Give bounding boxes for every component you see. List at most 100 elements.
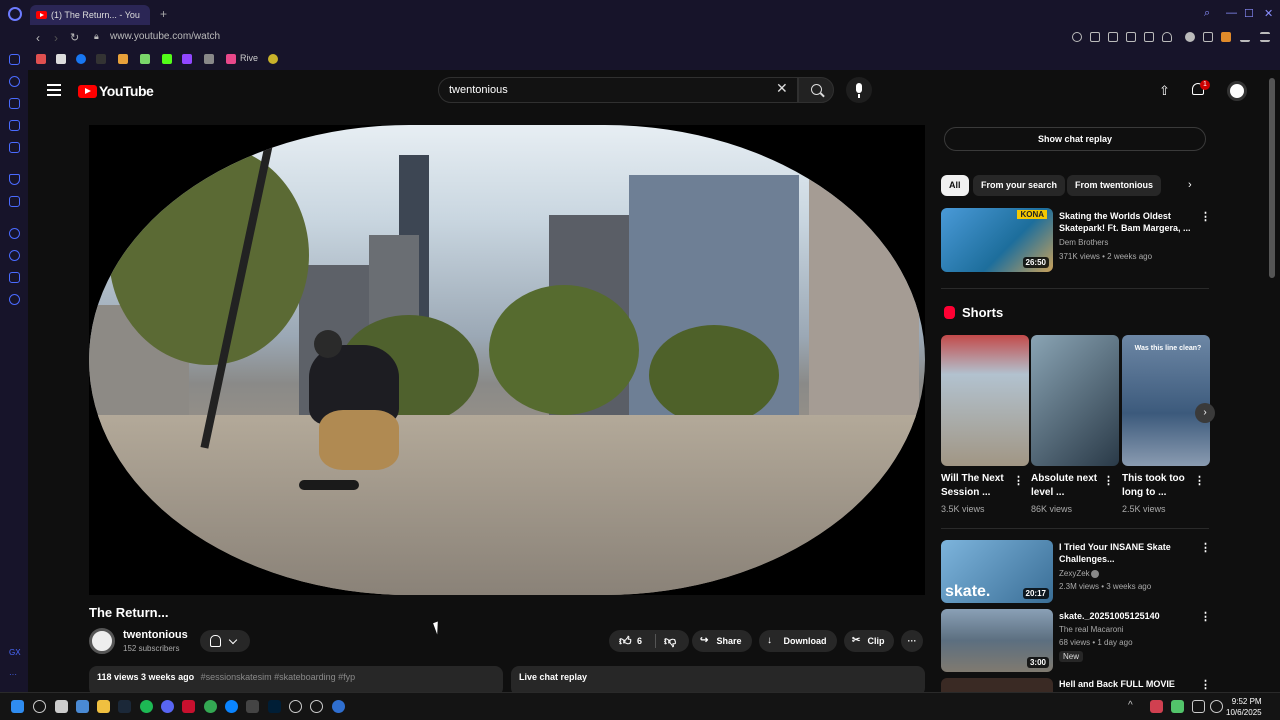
emoji-icon[interactable]: [1072, 32, 1082, 42]
recommendation-menu-icon[interactable]: ⋮: [1200, 610, 1211, 623]
short-title[interactable]: This took too long to ...: [1122, 472, 1194, 500]
gx-icon[interactable]: GX: [9, 648, 21, 659]
short-thumbnail[interactable]: [941, 335, 1029, 466]
page-scrollbar[interactable]: [1269, 78, 1275, 278]
recommendation-channel[interactable]: Dem Brothers: [1059, 238, 1108, 247]
hashtags[interactable]: #sessionskatesim #skateboarding #fyp: [201, 672, 356, 682]
like-count[interactable]: 6: [637, 630, 642, 652]
bulb-icon[interactable]: [268, 54, 278, 64]
like-icon[interactable]: 👍︎: [619, 630, 632, 652]
task-view-icon[interactable]: [55, 700, 68, 713]
screenshot-icon[interactable]: [1108, 32, 1118, 42]
recommendation-channel[interactable]: The real Macaroni: [1059, 625, 1123, 634]
extension-orange-icon[interactable]: [1221, 32, 1231, 42]
youtube-logo[interactable]: YouTube: [78, 83, 154, 99]
heart-icon[interactable]: [1162, 32, 1172, 42]
taskbar-search-icon[interactable]: [33, 700, 46, 713]
kick-icon[interactable]: [162, 54, 172, 64]
channel-avatar[interactable]: [89, 628, 115, 654]
recommendation-menu-icon[interactable]: ⋮: [1200, 210, 1211, 223]
reload-icon[interactable]: ↻: [70, 31, 79, 44]
more-actions-button[interactable]: ···: [901, 630, 923, 652]
url-field[interactable]: www.youtube.com/watch: [110, 31, 220, 42]
steam-icon[interactable]: [118, 700, 131, 713]
m-app-icon[interactable]: [9, 142, 20, 153]
twitch-icon[interactable]: [182, 54, 192, 64]
aria-icon[interactable]: [9, 174, 20, 185]
recommendation-menu-icon[interactable]: ⋮: [1200, 678, 1211, 691]
bookmark-rive[interactable]: Rive: [240, 53, 258, 63]
messenger-icon[interactable]: [9, 54, 20, 65]
opera-logo-icon[interactable]: [8, 7, 22, 21]
description-box[interactable]: 118 views 3 weeks ago #sessionskatesim #…: [89, 666, 503, 692]
close-window-button[interactable]: ✕: [1264, 7, 1273, 20]
recommendation-title[interactable]: Skating the Worlds Oldest Skatepark! Ft.…: [1059, 210, 1194, 234]
network-icon[interactable]: [1192, 700, 1205, 713]
search-tabs-icon[interactable]: ⌕: [1204, 7, 1210, 20]
recommendation-title[interactable]: I Tried Your INSANE Skate Challenges...: [1059, 541, 1194, 565]
menu-icon[interactable]: [1260, 32, 1270, 42]
bookmark-orange-icon[interactable]: [118, 54, 128, 64]
chip-next-icon[interactable]: ›: [1188, 179, 1192, 191]
download-button[interactable]: ↓ Download: [759, 630, 837, 652]
minimize-button[interactable]: —: [1226, 7, 1237, 19]
facebook-icon[interactable]: [76, 54, 86, 64]
discord-icon[interactable]: [161, 700, 174, 713]
start-icon[interactable]: [11, 700, 24, 713]
app-circle-icon[interactable]: [289, 700, 302, 713]
tray-app-icon[interactable]: [1150, 700, 1163, 713]
tray-app-icon[interactable]: [1171, 700, 1184, 713]
channel-name[interactable]: twentonious: [123, 629, 188, 641]
short-menu-icon[interactable]: ⋮: [1103, 474, 1114, 487]
app-blue-icon[interactable]: [332, 700, 345, 713]
account-avatar[interactable]: [1227, 81, 1247, 101]
shield-icon[interactable]: [1126, 32, 1136, 42]
recommendation-title[interactable]: Hell and Back FULL MOVIE: [1059, 678, 1194, 690]
recommendation-thumbnail[interactable]: KONA 26:50: [941, 208, 1053, 272]
file-explorer-icon[interactable]: [97, 700, 110, 713]
short-title[interactable]: Absolute next level ...: [1031, 472, 1103, 500]
edge-icon[interactable]: [225, 700, 238, 713]
chip-from-your-search[interactable]: From your search: [973, 175, 1066, 196]
extension-s-icon[interactable]: [1185, 32, 1195, 42]
translate-icon[interactable]: [9, 196, 20, 207]
play-icon[interactable]: [1144, 32, 1154, 42]
chrome-icon[interactable]: [204, 700, 217, 713]
history-icon[interactable]: [9, 76, 20, 87]
system-clock[interactable]: 9:52 PM 10/6/2025: [1226, 696, 1262, 718]
search-input[interactable]: twentonious: [438, 77, 798, 103]
chip-all[interactable]: All: [941, 175, 969, 196]
extensions-puzzle-icon[interactable]: [1203, 32, 1213, 42]
video-player[interactable]: [89, 125, 925, 595]
short-thumbnail[interactable]: Was this line clean?: [1122, 335, 1210, 466]
puzzle-icon[interactable]: [9, 272, 20, 283]
widgets-icon[interactable]: [76, 700, 89, 713]
download-icon[interactable]: [1240, 32, 1250, 42]
spotify-icon[interactable]: [140, 700, 153, 713]
live-chat-replay-box[interactable]: Live chat replay: [511, 666, 925, 692]
clear-search-icon[interactable]: ✕: [776, 81, 788, 95]
browser-tab[interactable]: (1) The Return... - You: [30, 5, 150, 25]
shorts-next-icon[interactable]: ›: [1195, 403, 1215, 423]
recommendation-thumbnail[interactable]: skate. 20:17: [941, 540, 1053, 603]
recommendation-thumbnail[interactable]: [941, 678, 1053, 692]
create-upload-icon[interactable]: ⇧: [1159, 83, 1170, 99]
chip-from-twentonious[interactable]: From twentonious: [1067, 175, 1161, 196]
clock-icon[interactable]: [9, 250, 20, 261]
share-button[interactable]: ↪ Share: [692, 630, 752, 652]
maximize-button[interactable]: ☐: [1244, 7, 1254, 20]
forward-icon[interactable]: ›: [54, 31, 58, 45]
bookmark-icon[interactable]: [1090, 32, 1100, 42]
guide-menu-icon[interactable]: [47, 84, 61, 96]
tray-chevron-icon[interactable]: ^: [1128, 700, 1141, 713]
back-icon[interactable]: ‹: [36, 31, 40, 45]
photoshop-icon[interactable]: [268, 700, 281, 713]
rive-icon[interactable]: [226, 54, 236, 64]
volume-icon[interactable]: [1210, 700, 1223, 713]
player-icon[interactable]: [9, 228, 20, 239]
bag-icon[interactable]: [9, 98, 20, 109]
search-button[interactable]: [798, 77, 834, 103]
app-icon[interactable]: [246, 700, 259, 713]
opera-gx-icon[interactable]: [182, 700, 195, 713]
subscription-bell-button[interactable]: [200, 630, 250, 652]
